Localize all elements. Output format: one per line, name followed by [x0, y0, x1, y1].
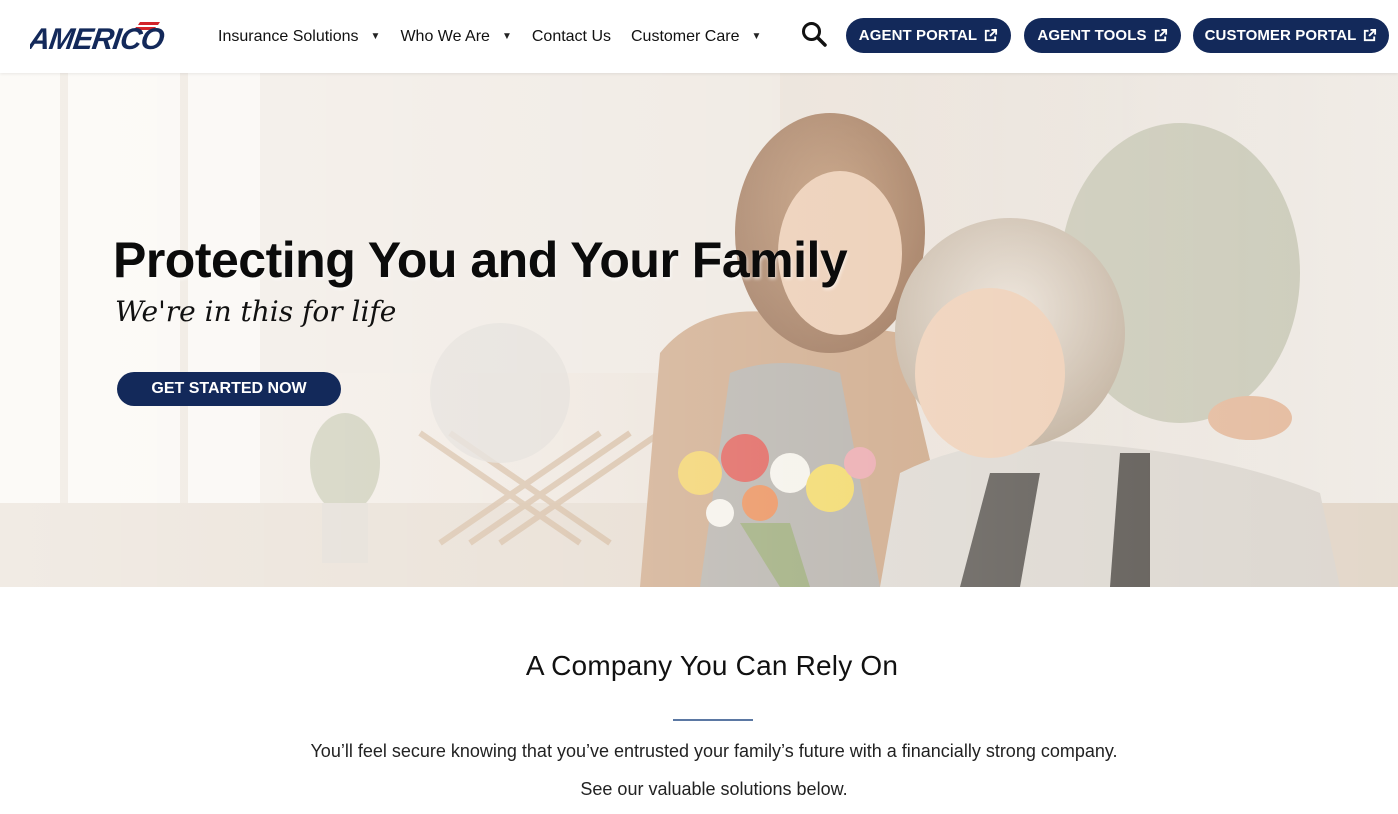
intro-paragraph: You’ll feel secure knowing that you’ve e… — [310, 741, 1118, 761]
external-link-icon — [1364, 28, 1377, 42]
caret-down-icon: ▼ — [751, 31, 762, 42]
americo-logo-mark: AMERICO — [25, 22, 166, 56]
hero-title: Protecting You and Your Family — [113, 232, 848, 288]
nav-insurance-solutions[interactable]: Insurance Solutions ▼ — [218, 0, 380, 73]
customer-portal-button[interactable]: CUSTOMER PORTAL — [1193, 18, 1389, 53]
nav-label: Customer Care — [631, 27, 740, 45]
search-icon — [802, 22, 827, 47]
nav-label: Insurance Solutions — [218, 27, 359, 45]
nav-contact-us[interactable]: Contact Us — [532, 0, 611, 73]
site-header: AMERICO Insurance Solutions ▼ Who We Are… — [0, 0, 1398, 73]
intro-paragraph-solutions: See our valuable solutions below. — [580, 779, 848, 799]
svg-text:AMERICO: AMERICO — [30, 23, 166, 56]
hero-photo — [0, 73, 1398, 587]
caret-down-icon: ▼ — [501, 31, 512, 42]
nav-who-we-are[interactable]: Who We Are ▼ — [400, 0, 511, 73]
section-heading: A Company You Can Rely On — [525, 650, 899, 681]
get-started-button[interactable]: GET STARTED NOW — [117, 372, 341, 406]
nav-customer-care[interactable]: Customer Care ▼ — [631, 0, 761, 73]
americo-logo[interactable]: AMERICO — [25, 16, 190, 56]
customer-portal-label: CUSTOMER PORTAL — [1204, 27, 1357, 44]
agent-tools-label: AGENT TOOLS — [1037, 27, 1147, 44]
hero-subtitle: We're in this for life — [115, 295, 397, 328]
main-nav: Insurance Solutions ▼ Who We Are ▼ Conta… — [218, 0, 781, 73]
external-link-icon — [985, 28, 998, 42]
nav-label: Who We Are — [400, 27, 490, 45]
caret-down-icon: ▼ — [370, 31, 381, 42]
external-link-icon — [1154, 28, 1167, 42]
search-button[interactable] — [800, 20, 828, 48]
heading-divider — [673, 719, 753, 721]
hero-banner: Protecting You and Your Family We're in … — [0, 73, 1398, 587]
nav-label: Contact Us — [531, 27, 611, 45]
agent-portal-button[interactable]: AGENT PORTAL — [846, 18, 1011, 53]
agent-portal-label: AGENT PORTAL — [858, 27, 978, 44]
agent-tools-button[interactable]: AGENT TOOLS — [1024, 18, 1181, 53]
